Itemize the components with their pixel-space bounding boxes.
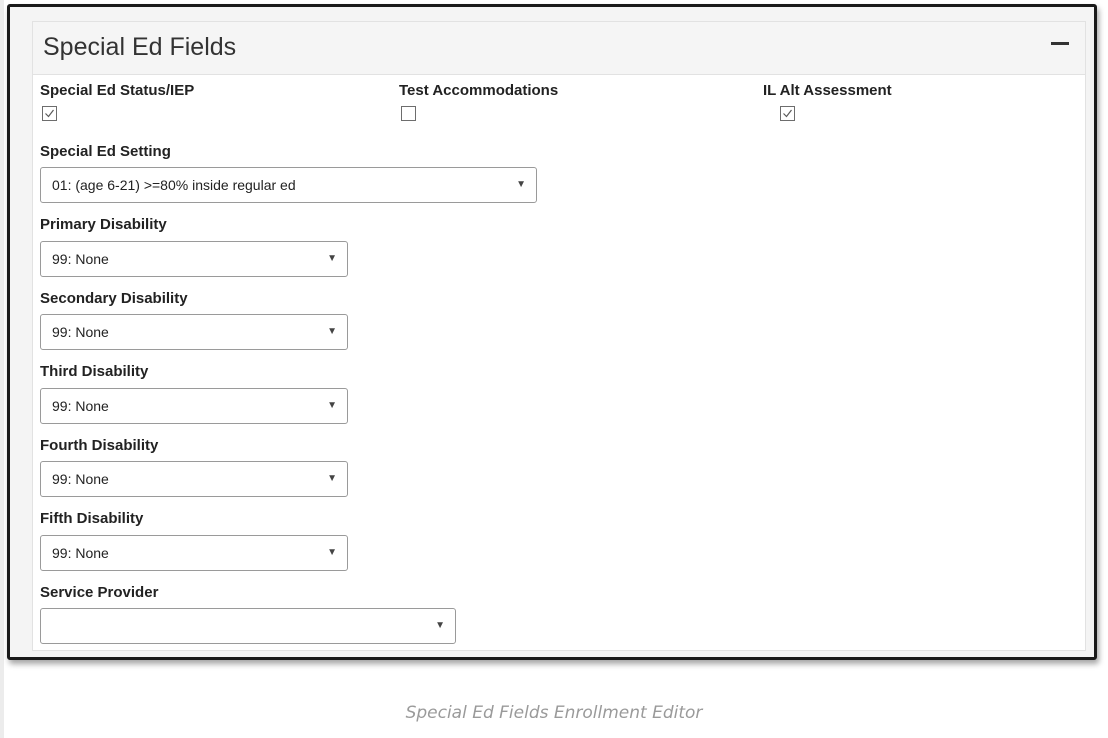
- third-disability-label: Third Disability: [40, 363, 149, 380]
- fifth-disability-value: 99: None: [52, 545, 109, 561]
- left-margin-rule: [0, 0, 4, 738]
- third-disability-value: 99: None: [52, 398, 109, 414]
- primary-disability-select[interactable]: 99: None ▼: [40, 241, 348, 277]
- checkmark-icon: [45, 109, 54, 118]
- fourth-disability-value: 99: None: [52, 471, 109, 487]
- special-ed-setting-select[interactable]: 01: (age 6-21) >=80% inside regular ed ▼: [40, 167, 537, 203]
- collapse-minus-icon[interactable]: [1051, 42, 1069, 45]
- dropdown-arrow-icon: ▼: [516, 179, 526, 190]
- special-ed-setting-label: Special Ed Setting: [40, 143, 171, 160]
- dropdown-arrow-icon: ▼: [327, 473, 337, 484]
- screenshot-frame: Special Ed Fields Special Ed Status/IEP …: [7, 4, 1097, 660]
- special-ed-fields-panel: Special Ed Fields Special Ed Status/IEP …: [32, 21, 1086, 651]
- dropdown-arrow-icon: ▼: [327, 253, 337, 264]
- test-accommodations-label: Test Accommodations: [399, 82, 559, 99]
- dropdown-arrow-icon: ▼: [327, 547, 337, 558]
- test-accommodations-checkbox[interactable]: [401, 106, 416, 121]
- panel-header: Special Ed Fields: [33, 22, 1085, 75]
- panel-title: Special Ed Fields: [43, 33, 237, 61]
- fifth-disability-label: Fifth Disability: [40, 510, 144, 527]
- secondary-disability-value: 99: None: [52, 324, 109, 340]
- fourth-disability-label: Fourth Disability: [40, 437, 159, 454]
- dropdown-arrow-icon: ▼: [327, 400, 337, 411]
- il-alt-assessment-label: IL Alt Assessment: [763, 82, 892, 99]
- secondary-disability-select[interactable]: 99: None ▼: [40, 314, 348, 350]
- service-provider-select[interactable]: ▼: [40, 608, 456, 644]
- figure-caption: Special Ed Fields Enrollment Editor: [405, 703, 703, 723]
- secondary-disability-label: Secondary Disability: [40, 290, 188, 307]
- special-ed-setting-value: 01: (age 6-21) >=80% inside regular ed: [52, 177, 296, 193]
- third-disability-select[interactable]: 99: None ▼: [40, 388, 348, 424]
- special-ed-status-label: Special Ed Status/IEP: [40, 82, 195, 99]
- dropdown-arrow-icon: ▼: [435, 620, 445, 631]
- il-alt-assessment-checkbox[interactable]: [780, 106, 795, 121]
- special-ed-status-checkbox[interactable]: [42, 106, 57, 121]
- checkmark-icon: [783, 109, 792, 118]
- primary-disability-label: Primary Disability: [40, 216, 167, 233]
- fourth-disability-select[interactable]: 99: None ▼: [40, 461, 348, 497]
- fifth-disability-select[interactable]: 99: None ▼: [40, 535, 348, 571]
- service-provider-label: Service Provider: [40, 584, 159, 601]
- dropdown-arrow-icon: ▼: [327, 326, 337, 337]
- primary-disability-value: 99: None: [52, 251, 109, 267]
